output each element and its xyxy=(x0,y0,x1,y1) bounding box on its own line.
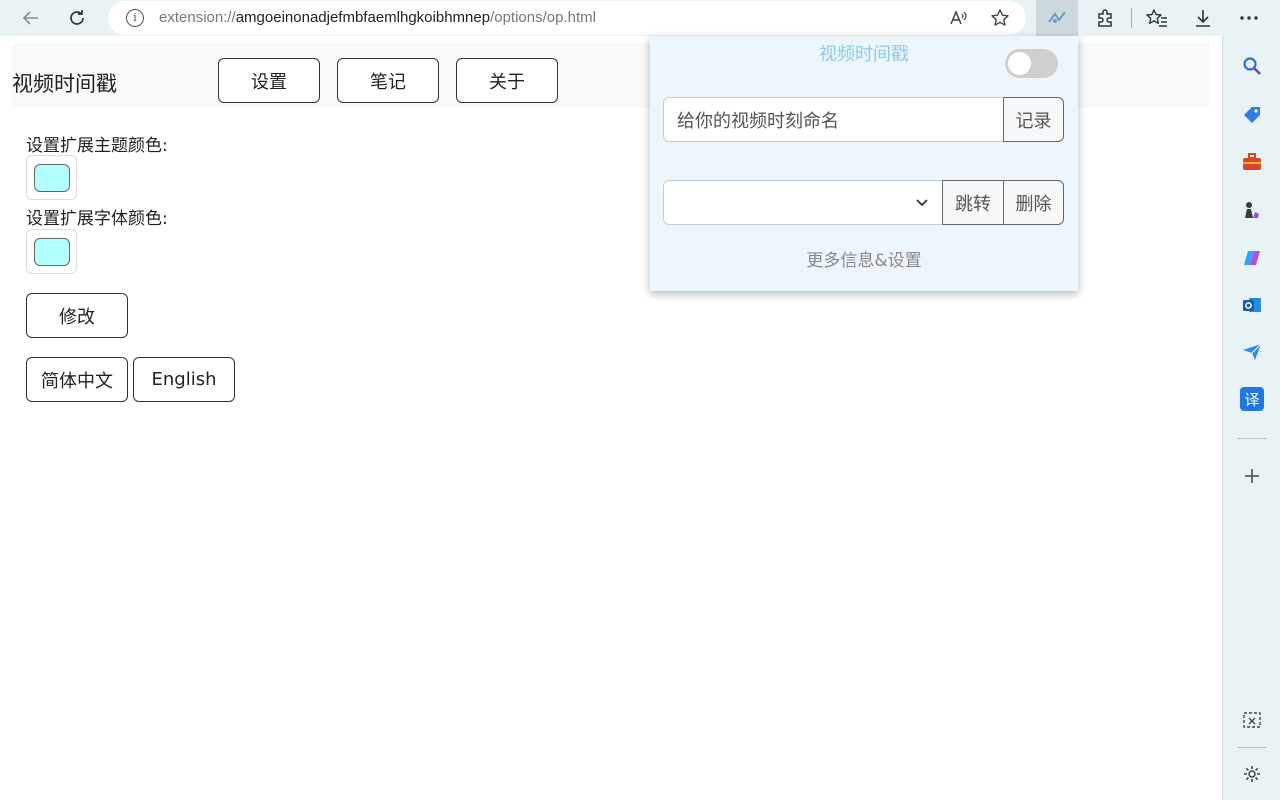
translate-icon[interactable]: 译 xyxy=(1240,387,1264,411)
refresh-icon[interactable] xyxy=(62,3,92,33)
font-color-label: 设置扩展字体颜色: xyxy=(26,209,168,229)
theme-color-picker[interactable] xyxy=(26,155,77,200)
timestamp-name-input[interactable]: 给你的视频时刻命名 xyxy=(663,97,1004,142)
copilot-icon[interactable] xyxy=(1240,246,1264,270)
font-color-picker[interactable] xyxy=(26,229,77,274)
toolbar-divider xyxy=(1131,8,1132,28)
record-button[interactable]: 记录 xyxy=(1003,97,1064,142)
nav-notes-button[interactable]: 笔记 xyxy=(337,58,439,103)
downloads-icon[interactable] xyxy=(1188,3,1218,33)
add-icon[interactable] xyxy=(1240,464,1264,488)
url-path: /options/op.html xyxy=(490,9,596,26)
nav-about-button[interactable]: 关于 xyxy=(456,58,558,103)
more-info-settings-link[interactable]: 更多信息&设置 xyxy=(650,246,1078,271)
info-icon[interactable]: i xyxy=(126,9,144,27)
brand-title: 视频时间戳 xyxy=(12,72,117,96)
enable-toggle[interactable] xyxy=(1005,49,1058,78)
theme-color-swatch xyxy=(33,163,70,192)
back-icon[interactable] xyxy=(16,3,46,33)
lang-en-button[interactable]: English xyxy=(133,357,235,402)
tools-briefcase-icon[interactable] xyxy=(1240,150,1264,174)
modify-button[interactable]: 修改 xyxy=(26,293,128,338)
address-bar[interactable]: i extension://amgoeinonadjefmbfaemlhgkoi… xyxy=(108,1,1026,35)
read-aloud-icon[interactable] xyxy=(946,6,970,30)
shopping-tag-icon[interactable] xyxy=(1240,103,1264,127)
extension-video-icon[interactable] xyxy=(1036,0,1078,36)
screenshot-icon[interactable] xyxy=(1240,708,1264,732)
toggle-knob xyxy=(1008,52,1031,75)
outlook-icon[interactable] xyxy=(1240,293,1264,317)
theme-color-label: 设置扩展主题颜色: xyxy=(26,136,168,156)
url-host: amgoeinonadjefmbfaemlhgkoibhmnep xyxy=(235,9,491,26)
timestamp-select[interactable] xyxy=(663,180,943,225)
favorite-star-icon[interactable] xyxy=(988,6,1012,30)
delete-button[interactable]: 删除 xyxy=(1003,180,1064,225)
favorites-collection-icon[interactable] xyxy=(1142,3,1172,33)
nav-settings-button[interactable]: 设置 xyxy=(218,58,320,103)
browser-sidebar: 译 xyxy=(1222,36,1280,800)
games-chess-icon[interactable] xyxy=(1240,198,1264,222)
sidebar-divider-bottom xyxy=(1237,747,1267,748)
extension-popup: 视频时间戳 给你的视频时刻命名 记录 跳转 删除 更多信息&设置 xyxy=(650,36,1078,291)
sidebar-divider xyxy=(1237,438,1267,439)
more-menu-icon[interactable] xyxy=(1234,3,1264,33)
lang-zh-button[interactable]: 简体中文 xyxy=(26,357,128,402)
send-paper-plane-icon[interactable] xyxy=(1240,340,1264,364)
browser-toolbar: i extension://amgoeinonadjefmbfaemlhgkoi… xyxy=(0,0,1280,36)
font-color-swatch xyxy=(33,237,70,266)
jump-button[interactable]: 跳转 xyxy=(942,180,1004,225)
settings-gear-icon[interactable] xyxy=(1240,762,1264,786)
search-icon[interactable] xyxy=(1240,54,1264,78)
chevron-down-icon xyxy=(916,199,928,207)
name-input-placeholder: 给你的视频时刻命名 xyxy=(677,110,839,132)
extensions-puzzle-icon[interactable] xyxy=(1090,3,1120,33)
url-text: extension://amgoeinonadjefmbfaemlhgkoibh… xyxy=(159,9,596,26)
url-scheme: extension:// xyxy=(159,9,236,26)
